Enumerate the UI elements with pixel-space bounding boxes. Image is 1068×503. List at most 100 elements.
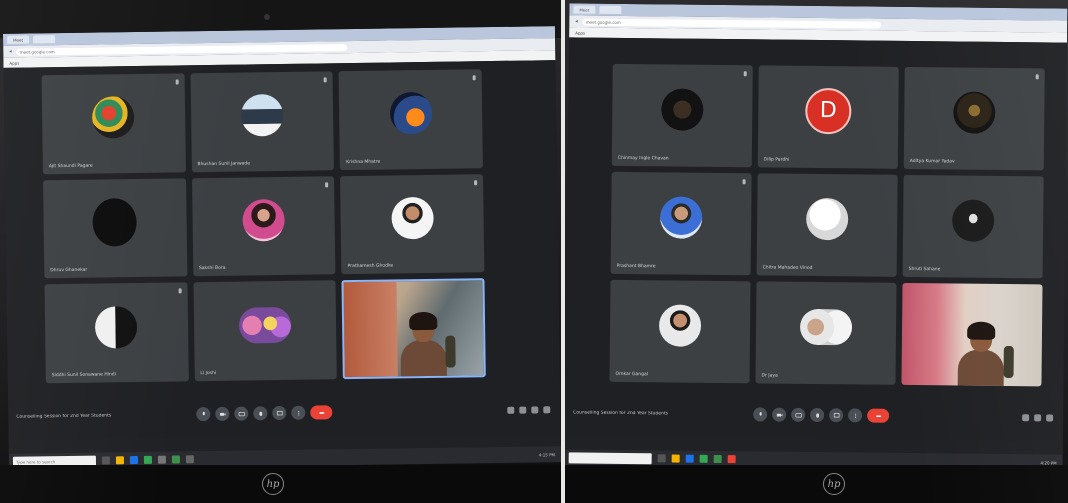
present-icon: [833, 412, 839, 417]
participant-name: Aditya Kumar Yadav: [909, 158, 955, 165]
app-icon[interactable]: [185, 455, 194, 464]
bw-portrait-avatar: [95, 305, 138, 349]
mic-button[interactable]: [196, 407, 211, 422]
browser-tab-new[interactable]: [599, 5, 622, 14]
participant-tile[interactable]: Omkar Gangal: [609, 279, 751, 384]
flowers-avatar: [238, 306, 292, 344]
webcam: [264, 14, 270, 20]
participant-tile[interactable]: Prashant Bhamre: [610, 171, 752, 276]
participant-tile[interactable]: Siddhi Sunil Sonawane Hindi: [44, 282, 189, 384]
raise-hand-button[interactable]: [253, 406, 268, 421]
present-button[interactable]: [272, 405, 287, 421]
taskbar-clock[interactable]: 4:15 PM: [539, 452, 555, 457]
task-view-icon[interactable]: [657, 454, 666, 463]
mic-muted-icon: [178, 288, 182, 294]
call-controls: [753, 407, 890, 423]
participant-tile[interactable]: Dhruv Ghanekar: [43, 177, 188, 279]
participant-tile[interactable]: Sakshi Bora: [191, 175, 336, 277]
file-explorer-icon[interactable]: [115, 456, 125, 465]
participant-name: Prashant Bhamre: [616, 263, 656, 270]
mic-muted-icon: [742, 179, 746, 185]
edge-icon[interactable]: [685, 454, 694, 463]
self-video-tile[interactable]: [901, 282, 1043, 387]
side-controls: [507, 405, 551, 414]
dark-photo-avatar: [661, 88, 704, 131]
chrome-icon[interactable]: [699, 454, 708, 463]
back-icon[interactable]: ◂: [9, 49, 12, 55]
chat-icon[interactable]: [531, 405, 539, 414]
participant-name: Dhruv Ghanekar: [50, 268, 88, 274]
participant-tile[interactable]: Krishna Mhatre: [338, 69, 483, 170]
task-view-icon[interactable]: [101, 456, 111, 465]
captions-button[interactable]: [791, 407, 806, 422]
people-icon[interactable]: [519, 406, 527, 414]
self-video-tile[interactable]: [341, 278, 486, 380]
couple-photo-avatar: [240, 94, 284, 137]
present-icon: [276, 410, 283, 415]
participant-name: Chinmay Ingle Chavan: [617, 155, 669, 162]
meeting-title: Counselling Session for 2nd Year Student…: [573, 409, 669, 416]
dark-avatar: [92, 198, 138, 247]
hand-icon: [258, 411, 262, 416]
edge-icon[interactable]: [129, 456, 139, 465]
participant-name: Dr Jaya: [761, 373, 778, 379]
present-button[interactable]: [829, 408, 844, 423]
phone-hangup-icon: [875, 414, 881, 417]
woman-photo-avatar: [242, 199, 285, 242]
mic-button[interactable]: [753, 407, 768, 422]
participant-tile[interactable]: Prathamesh Ghodke: [340, 173, 485, 275]
info-icon[interactable]: [507, 406, 515, 414]
browser-tab-new[interactable]: [32, 35, 56, 44]
app-icon[interactable]: [171, 455, 180, 464]
participant-tile[interactable]: Ajit Shaundi Pagare: [41, 73, 186, 174]
browser-tab[interactable]: Meet: [7, 35, 30, 44]
captions-button[interactable]: [234, 406, 249, 421]
participant-tile[interactable]: Ll Joshi: [193, 280, 338, 382]
bookmark-apps[interactable]: Apps: [9, 60, 19, 65]
address-bar[interactable]: meet.google.com: [581, 18, 881, 29]
participant-name: Chitra Mahadeo Vinod: [762, 265, 813, 271]
letter-avatar: D: [805, 87, 852, 135]
more-options-button[interactable]: [291, 405, 306, 420]
curtain: [343, 281, 398, 378]
chrome-icon[interactable]: [143, 455, 153, 464]
participant-tile[interactable]: Shruti Sahane: [902, 174, 1044, 279]
store-icon[interactable]: [157, 455, 166, 464]
camera-icon: [219, 412, 226, 416]
participant-tile[interactable]: Chitra Mahadeo Vinod: [756, 173, 898, 277]
raise-hand-button[interactable]: [810, 407, 825, 423]
participant-tile[interactable]: Aditya Kumar Yadav: [903, 66, 1045, 171]
end-call-button[interactable]: [310, 405, 333, 420]
more-vert-icon: [297, 410, 299, 416]
meet-stage: Chinmay Ingle Chavan D Dilip Pardhi Adit…: [565, 37, 1068, 441]
call-controls: [196, 405, 333, 422]
participant-tile[interactable]: Dr Jaya: [755, 281, 897, 385]
more-options-button[interactable]: [848, 408, 863, 423]
camera-button[interactable]: [772, 407, 787, 422]
mic-icon: [759, 411, 762, 416]
app-icon[interactable]: [713, 454, 722, 464]
activities-icon[interactable]: [543, 405, 551, 413]
group-avatar: [799, 308, 853, 346]
participant-name: Krishna Mhatre: [346, 159, 381, 165]
camera-button[interactable]: [215, 406, 230, 421]
end-call-button[interactable]: [867, 408, 890, 423]
taskbar-search[interactable]: [568, 451, 652, 464]
participant-tile[interactable]: D Dilip Pardhi: [757, 65, 899, 169]
chat-icon[interactable]: [1046, 413, 1054, 421]
info-icon[interactable]: [1022, 413, 1030, 421]
back-icon[interactable]: ◂: [575, 18, 578, 24]
bookmark-apps[interactable]: Apps: [575, 30, 585, 35]
people-icon[interactable]: [1034, 413, 1042, 421]
participant-tile[interactable]: Chinmay Ingle Chavan: [611, 63, 753, 168]
participant-tile[interactable]: Bhushan Sunil Janwade: [190, 71, 335, 172]
hp-logo: hp: [262, 473, 284, 495]
file-explorer-icon[interactable]: [671, 454, 680, 463]
silhouette-avatar: [951, 199, 995, 242]
app-icon[interactable]: [727, 455, 736, 464]
man-photo-avatar: [390, 196, 434, 240]
more-vert-icon: [854, 413, 856, 418]
browser-tab[interactable]: Meet: [573, 5, 596, 14]
fire-art-avatar: [389, 92, 433, 135]
white-avatar: [805, 197, 849, 241]
